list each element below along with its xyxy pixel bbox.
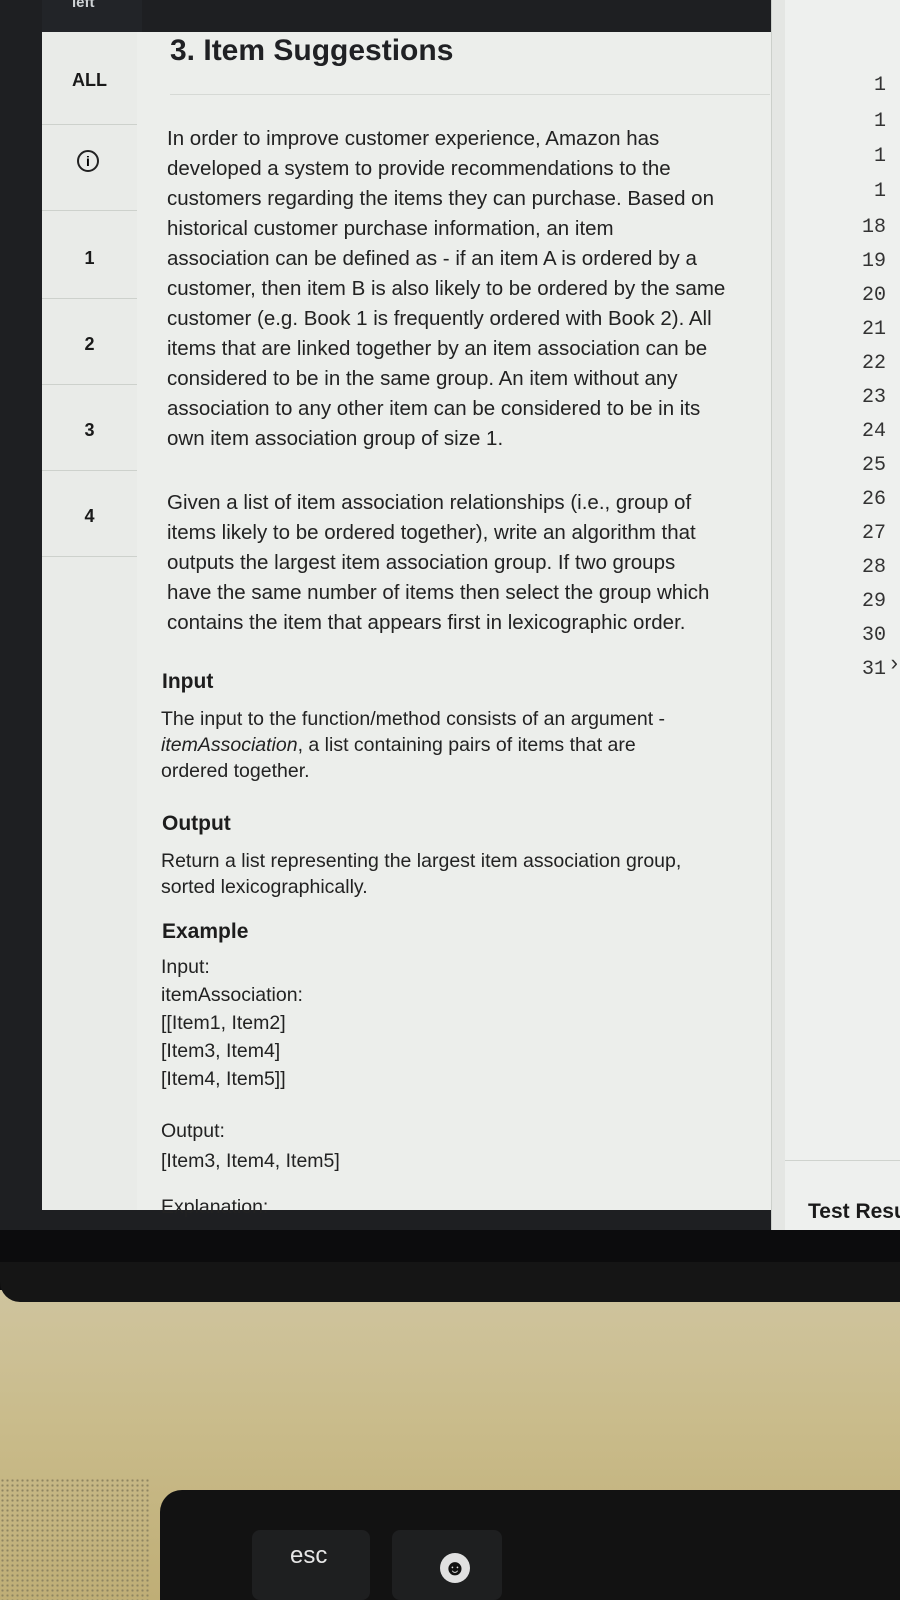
paragraph-line: contains the item that appears first in … bbox=[167, 611, 686, 634]
example-line: [[Item1, Item2] bbox=[161, 1012, 286, 1034]
esc-key-label: esc bbox=[290, 1542, 328, 1569]
nav-top-tab-label: left bbox=[72, 0, 95, 11]
input-description: ordered together. bbox=[161, 760, 310, 782]
chevron-right-icon[interactable]: › bbox=[891, 650, 898, 676]
nav-item-3[interactable]: 3 bbox=[42, 420, 137, 441]
line-number: 1 bbox=[873, 145, 886, 168]
paragraph-line: In order to improve customer experience,… bbox=[167, 127, 660, 150]
input-description-rest: , a list containing pairs of items that … bbox=[297, 734, 636, 756]
line-number: 24 bbox=[861, 420, 886, 443]
line-number: 28 bbox=[861, 556, 886, 579]
input-heading: Input bbox=[162, 670, 214, 693]
input-description: itemAssociation, a list containing pairs… bbox=[161, 734, 636, 757]
nav-divider bbox=[42, 210, 137, 211]
line-number: 27 bbox=[861, 522, 886, 545]
line-number: 1 bbox=[873, 74, 886, 97]
paragraph-line: customer (e.g. Book 1 is frequently orde… bbox=[167, 307, 712, 330]
line-number: 1 bbox=[873, 110, 886, 133]
emoji-icon: ☻ bbox=[440, 1553, 470, 1583]
speaker-grille bbox=[0, 1478, 150, 1600]
input-description: The input to the function/method consist… bbox=[161, 708, 666, 730]
line-number: 26 bbox=[861, 488, 886, 511]
line-number: 31 bbox=[861, 658, 886, 681]
line-number: 30 bbox=[861, 624, 886, 647]
paragraph-line: Given a list of item association relatio… bbox=[167, 491, 692, 514]
nav-item-1[interactable]: 1 bbox=[42, 248, 137, 269]
line-number: 29 bbox=[861, 590, 886, 613]
screen: left ALL i 1 2 3 4 3. Item Suggestions I… bbox=[0, 0, 900, 1230]
test-results-tab[interactable]: Test Resu bbox=[808, 1200, 900, 1224]
line-number: 23 bbox=[861, 386, 886, 409]
line-number: 19 bbox=[861, 250, 886, 273]
line-number: 20 bbox=[861, 284, 886, 307]
task-paragraph: Given a list of item association relatio… bbox=[167, 488, 777, 638]
info-icon[interactable]: i bbox=[77, 150, 99, 172]
paragraph-line: association to any other item can be con… bbox=[167, 397, 701, 420]
paragraph-line: customers regarding the items they can p… bbox=[167, 187, 714, 210]
nav-divider bbox=[42, 298, 137, 299]
paragraph-line: have the same number of items then selec… bbox=[167, 581, 710, 604]
explanation-label: Explanation: bbox=[161, 1196, 269, 1218]
nav-top-tab[interactable]: left bbox=[42, 0, 142, 32]
nav-item-all[interactable]: ALL bbox=[42, 70, 137, 91]
question-nav-sidebar: ALL i 1 2 3 4 bbox=[42, 32, 138, 1210]
line-number: 1 bbox=[873, 180, 886, 203]
code-editor[interactable]: 1 1 1 1 18 19 20 21 22 23 24 25 26 27 28… bbox=[785, 0, 900, 1230]
example-line: itemAssociation: bbox=[161, 984, 303, 1006]
paragraph-line: association can be defined as - if an it… bbox=[167, 247, 697, 270]
problem-title: 3. Item Suggestions bbox=[170, 34, 454, 67]
paragraph-line: outputs the largest item association gro… bbox=[167, 551, 676, 574]
nav-divider bbox=[42, 124, 137, 125]
example-output-label: Output: bbox=[161, 1120, 225, 1142]
title-divider bbox=[170, 94, 770, 95]
paragraph-line: items likely to be ordered together), wr… bbox=[167, 521, 696, 544]
paragraph-line: historical customer purchase information… bbox=[167, 217, 614, 240]
problem-panel: 3. Item Suggestions In order to improve … bbox=[137, 32, 771, 1218]
nav-divider bbox=[42, 556, 137, 557]
nav-item-2[interactable]: 2 bbox=[42, 334, 137, 355]
laptop-hinge bbox=[0, 1262, 900, 1302]
paragraph-line: items that are linked together by an ite… bbox=[167, 337, 708, 360]
paragraph-line: developed a system to provide recommenda… bbox=[167, 157, 671, 180]
line-number: 22 bbox=[861, 352, 886, 375]
nav-divider bbox=[42, 470, 137, 471]
nav-divider bbox=[42, 384, 137, 385]
line-number: 18 bbox=[861, 216, 886, 239]
output-heading: Output bbox=[162, 812, 231, 835]
example-line: Input: bbox=[161, 956, 210, 978]
example-line: [Item4, Item5]] bbox=[161, 1068, 286, 1090]
paragraph-line: customer, then item B is also likely to … bbox=[167, 277, 726, 300]
editor-divider bbox=[785, 1160, 900, 1161]
argument-name: itemAssociation bbox=[161, 734, 298, 756]
output-description: Return a list representing the largest i… bbox=[161, 850, 682, 872]
line-number: 25 bbox=[861, 454, 886, 477]
nav-item-4[interactable]: 4 bbox=[42, 506, 137, 527]
line-number: 21 bbox=[861, 318, 886, 341]
panel-splitter[interactable] bbox=[771, 0, 786, 1230]
example-line: [Item3, Item4] bbox=[161, 1040, 281, 1062]
output-description: sorted lexicographically. bbox=[161, 876, 368, 898]
paragraph-line: own item association group of size 1. bbox=[167, 427, 504, 450]
paragraph-line: considered to be in the same group. An i… bbox=[167, 367, 678, 390]
example-heading: Example bbox=[162, 920, 249, 943]
description-paragraph: In order to improve customer experience,… bbox=[167, 124, 777, 454]
example-output-value: [Item3, Item4, Item5] bbox=[161, 1150, 340, 1172]
